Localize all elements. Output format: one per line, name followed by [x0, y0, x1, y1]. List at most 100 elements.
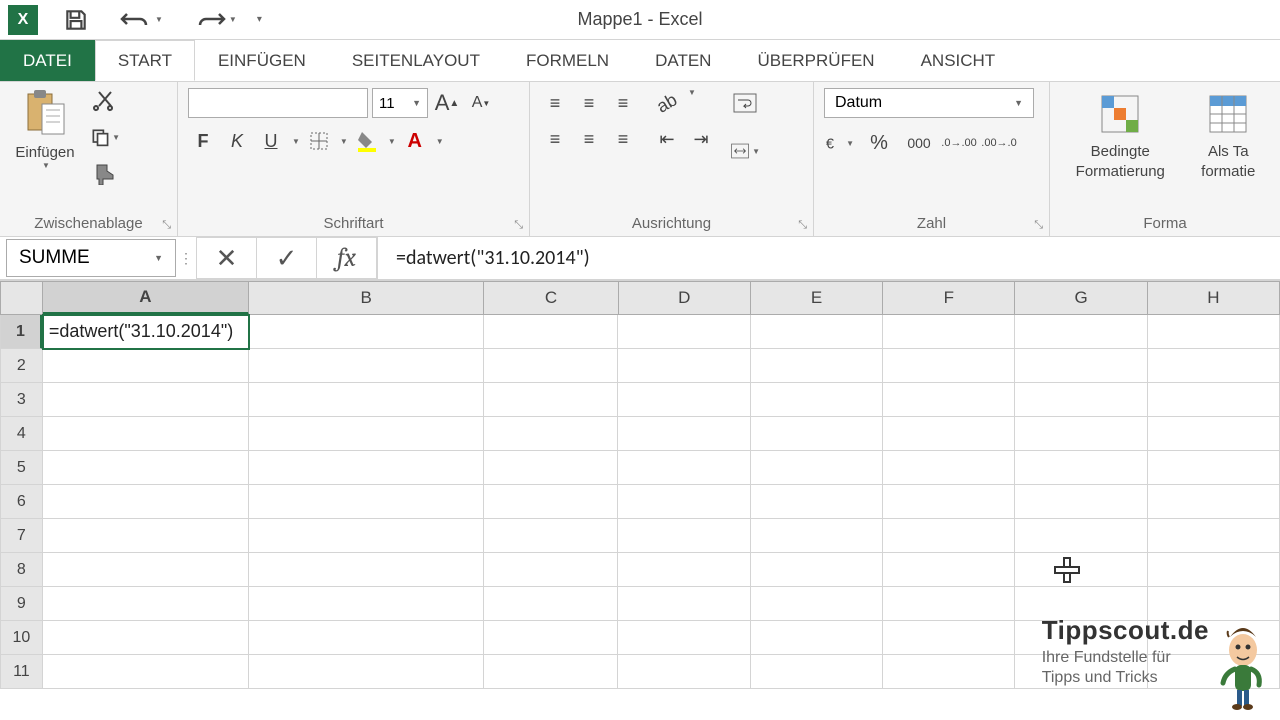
cell[interactable]: [1148, 417, 1280, 451]
cell[interactable]: [883, 485, 1015, 519]
chevron-down-icon[interactable]: ▼: [42, 161, 50, 170]
cell[interactable]: [883, 621, 1015, 655]
cell[interactable]: [1148, 485, 1280, 519]
cell[interactable]: [1148, 383, 1280, 417]
cell[interactable]: [43, 655, 249, 689]
col-header-D[interactable]: D: [619, 281, 751, 315]
cell[interactable]: [249, 587, 484, 621]
orientation-icon[interactable]: ab: [652, 88, 682, 118]
cell[interactable]: [751, 621, 883, 655]
font-size-combo[interactable]: 11▼: [372, 88, 428, 118]
format-painter-icon[interactable]: [90, 160, 120, 186]
number-format-combo[interactable]: Datum▼: [824, 88, 1034, 118]
cell[interactable]: [618, 587, 750, 621]
cell[interactable]: [249, 451, 484, 485]
cell[interactable]: [1148, 519, 1280, 553]
row-header-6[interactable]: 6: [0, 485, 43, 519]
cell[interactable]: [249, 485, 484, 519]
cell[interactable]: [751, 383, 883, 417]
cut-icon[interactable]: [90, 88, 120, 114]
wrap-text-icon[interactable]: [730, 88, 760, 118]
tab-data[interactable]: DATEN: [632, 40, 734, 81]
cell[interactable]: [249, 349, 484, 383]
cell[interactable]: [618, 621, 750, 655]
cell[interactable]: [43, 621, 249, 655]
cell[interactable]: [618, 655, 750, 689]
cell[interactable]: [43, 349, 249, 383]
cell[interactable]: [249, 655, 484, 689]
cell[interactable]: [618, 383, 750, 417]
redo-icon[interactable]: ▼: [193, 10, 237, 30]
cell[interactable]: [618, 315, 750, 349]
col-header-A[interactable]: A: [43, 281, 249, 315]
cell[interactable]: [249, 315, 484, 349]
chevron-down-icon[interactable]: ▼: [155, 15, 163, 24]
font-color-icon[interactable]: A: [400, 126, 430, 156]
copy-icon[interactable]: ▼: [90, 124, 120, 150]
cell[interactable]: [484, 315, 618, 349]
tab-start[interactable]: START: [95, 40, 195, 81]
align-top-icon[interactable]: ≡: [540, 88, 570, 118]
cell[interactable]: [1015, 553, 1147, 587]
cell[interactable]: [751, 655, 883, 689]
select-all-corner[interactable]: [0, 281, 43, 315]
cell[interactable]: [618, 553, 750, 587]
cell[interactable]: [751, 553, 883, 587]
accounting-format-icon[interactable]: €▼: [824, 128, 854, 158]
align-bottom-icon[interactable]: ≡: [608, 88, 638, 118]
chevron-down-icon[interactable]: ▼: [436, 137, 444, 146]
cell[interactable]: [484, 519, 618, 553]
cell[interactable]: [43, 587, 249, 621]
tab-formulas[interactable]: FORMELN: [503, 40, 632, 81]
cell[interactable]: [751, 451, 883, 485]
decrease-decimal-icon[interactable]: .00→.0: [984, 128, 1014, 158]
cell[interactable]: [484, 485, 618, 519]
cell[interactable]: [751, 485, 883, 519]
cell[interactable]: [751, 519, 883, 553]
cell[interactable]: [484, 655, 618, 689]
cell[interactable]: [1015, 451, 1147, 485]
cell[interactable]: [883, 587, 1015, 621]
name-box[interactable]: SUMME▼: [6, 239, 176, 277]
cell[interactable]: [618, 349, 750, 383]
enter-formula-button[interactable]: ✓: [257, 238, 317, 278]
cell[interactable]: [484, 621, 618, 655]
cell[interactable]: [249, 621, 484, 655]
row-header-9[interactable]: 9: [0, 587, 43, 621]
italic-button[interactable]: K: [222, 126, 252, 156]
cell[interactable]: [484, 451, 618, 485]
cell[interactable]: [43, 451, 249, 485]
cell[interactable]: [43, 519, 249, 553]
cell[interactable]: [1015, 417, 1147, 451]
row-header-10[interactable]: 10: [0, 621, 43, 655]
dialog-launcher-icon[interactable]: ⤡: [798, 219, 807, 232]
chevron-down-icon[interactable]: ▼: [388, 137, 396, 146]
cell[interactable]: [883, 655, 1015, 689]
col-header-E[interactable]: E: [751, 281, 883, 315]
cell[interactable]: [484, 587, 618, 621]
increase-indent-icon[interactable]: ⇥: [686, 124, 716, 154]
cell[interactable]: [883, 383, 1015, 417]
cell-A1[interactable]: =datwert("31.10.2014"): [43, 315, 249, 349]
cell[interactable]: [43, 485, 249, 519]
tab-insert[interactable]: EINFÜGEN: [195, 40, 329, 81]
shrink-font-icon[interactable]: A▼: [466, 88, 496, 118]
cell[interactable]: [1015, 485, 1147, 519]
cell[interactable]: [883, 417, 1015, 451]
conditional-formatting-button[interactable]: Bedingte Formatierung: [1060, 88, 1181, 181]
cell[interactable]: [1148, 315, 1280, 349]
chevron-down-icon[interactable]: ▼: [229, 15, 237, 24]
row-header-3[interactable]: 3: [0, 383, 43, 417]
formula-input[interactable]: [378, 238, 1280, 278]
cell[interactable]: [1015, 315, 1147, 349]
cell[interactable]: [751, 587, 883, 621]
cell[interactable]: [1015, 383, 1147, 417]
undo-icon[interactable]: ▼: [119, 10, 163, 30]
cell[interactable]: [883, 349, 1015, 383]
cell[interactable]: [751, 315, 883, 349]
merge-cells-icon[interactable]: ▼: [730, 136, 760, 166]
cell[interactable]: [249, 519, 484, 553]
cell[interactable]: [618, 451, 750, 485]
dialog-launcher-icon[interactable]: ⤡: [514, 219, 523, 232]
cell[interactable]: [249, 417, 484, 451]
